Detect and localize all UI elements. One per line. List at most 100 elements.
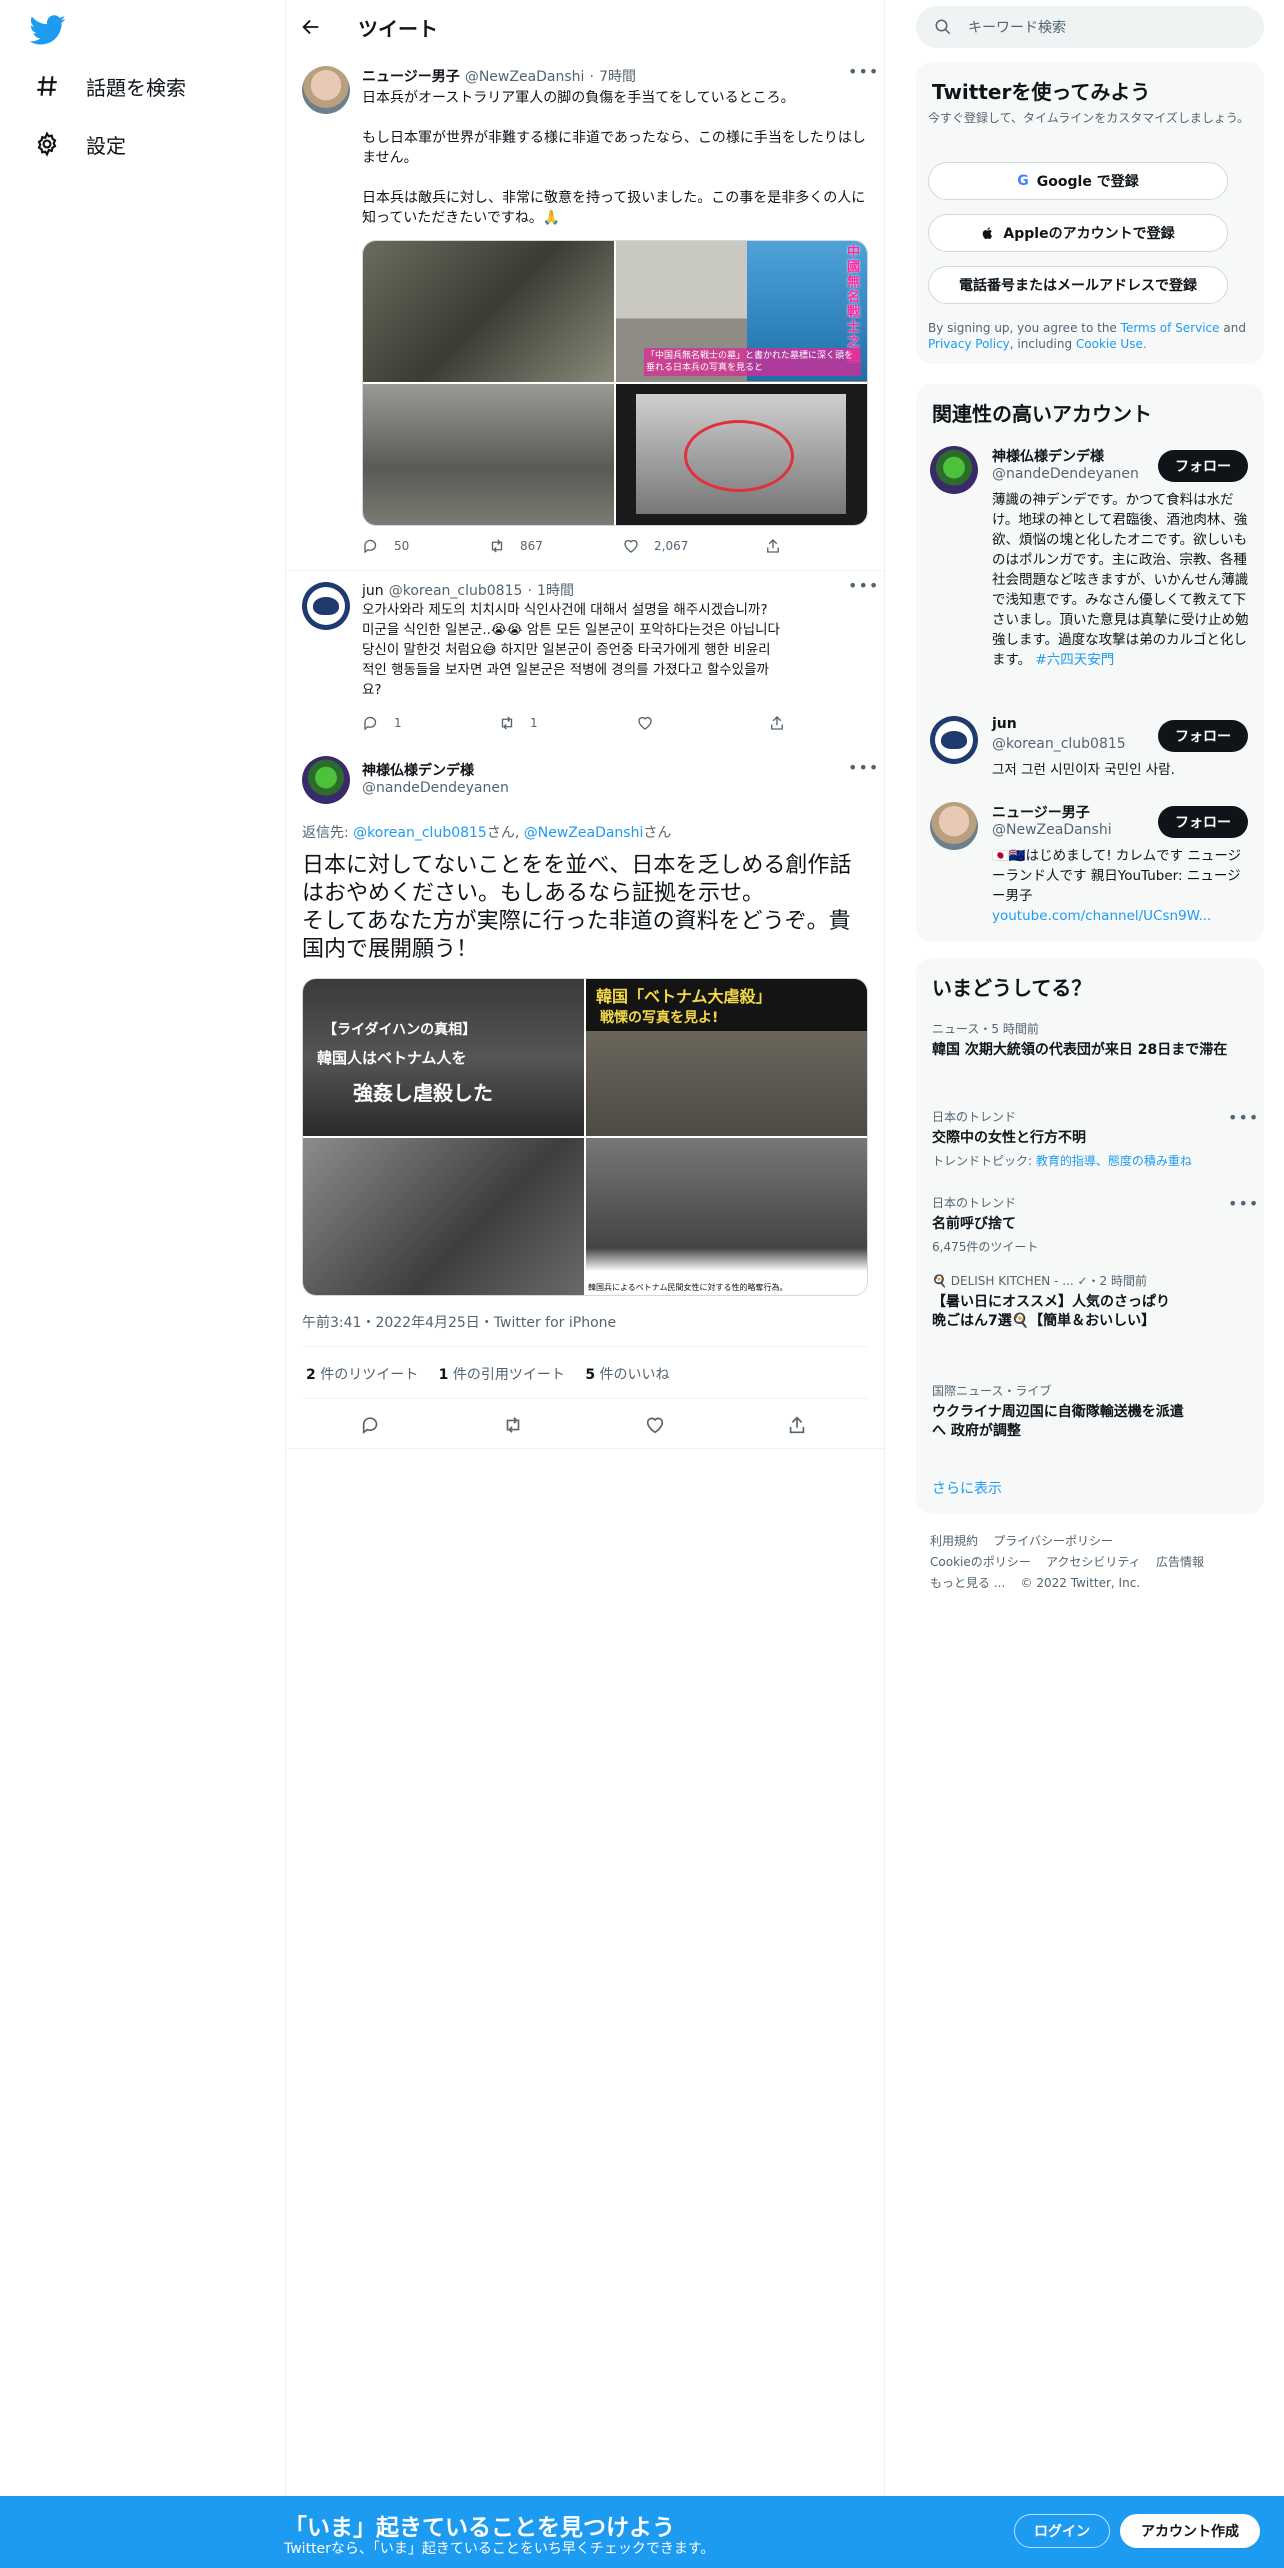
avatar[interactable] <box>930 716 978 764</box>
footer-privacy-link[interactable]: プライバシーポリシー <box>993 1534 1113 1548</box>
footer-terms-link[interactable]: 利用規約 <box>930 1534 978 1548</box>
retweets-stat[interactable]: 2 件のリツイート <box>306 1367 418 1383</box>
media-photo[interactable] <box>303 1138 584 1295</box>
reply-icon <box>364 716 377 731</box>
twitter-logo-icon[interactable] <box>30 12 66 48</box>
like-button[interactable]: 2,067 <box>622 537 688 555</box>
avatar[interactable] <box>302 582 350 630</box>
tweet-media-grid[interactable]: 【ライダイハンの真相】 韓国人はベトナム人を 強姦し虐殺した 韓国「ベトナム大虐… <box>302 978 868 1296</box>
trend-item[interactable]: 日本のトレンド 名前呼び捨て 6,475件のツイート <box>932 1194 1232 1255</box>
author-name[interactable]: 神様仏様デンデ様 <box>362 760 474 780</box>
media-photo[interactable] <box>363 384 614 525</box>
heart-icon[interactable] <box>644 1414 666 1436</box>
hashtag-link[interactable]: #六四天安門 <box>1035 652 1114 668</box>
tweet-timestamp[interactable]: 午前3:41・2022年4月25日・Twitter for iPhone <box>302 1312 616 1332</box>
author-name[interactable]: ニュージー男子 <box>362 69 460 85</box>
media-photo[interactable]: 韓国兵によるベトナム民間女性に対する性的略奪行為。 <box>586 1138 867 1295</box>
media-caption: 強姦し虐殺した <box>353 1081 493 1105</box>
retweet-button[interactable]: 867 <box>488 537 543 555</box>
trend-item[interactable]: 🍳 DELISH KITCHEN - ... ✓・2 時間前 【暑い日にオススメ… <box>932 1272 1182 1331</box>
account-name[interactable]: 神様仏様デンデ様 <box>992 446 1104 466</box>
tweet-media-grid[interactable]: 中國無名戰士之墓 「中国兵無名戦士の墓」と書かれた墓標に深く頭を垂れる日本兵の写… <box>362 240 868 526</box>
more-icon[interactable]: ••• <box>848 62 879 81</box>
follow-button[interactable]: フォロー <box>1158 720 1248 752</box>
account-handle[interactable]: @nandeDendeyanen <box>992 466 1139 482</box>
footer-ads-link[interactable]: 広告情報 <box>1156 1555 1204 1569</box>
account-name[interactable]: jun <box>992 716 1017 732</box>
retweet-icon[interactable] <box>502 1414 524 1436</box>
back-arrow-icon[interactable] <box>300 16 322 38</box>
engagement-stats: 2 件のリツイート 1 件の引用ツイート 5 件のいいね <box>306 1364 670 1384</box>
more-icon[interactable]: ••• <box>1228 1194 1259 1213</box>
bio-link[interactable]: youtube.com/channel/UCsn9W... <box>992 908 1211 924</box>
media-photo[interactable] <box>616 384 867 525</box>
author-handle[interactable]: @NewZeaDanshi <box>465 69 585 85</box>
related-accounts-card: 関連性の高いアカウント 神様仏様デンデ様 @nandeDendeyanen フォ… <box>916 384 1264 942</box>
account-handle[interactable]: @NewZeaDanshi <box>992 822 1112 838</box>
author-handle[interactable]: @korean_club0815 <box>389 583 523 599</box>
separator-dot: · <box>527 583 532 599</box>
more-icon[interactable]: ••• <box>848 758 879 777</box>
reply-button[interactable]: 1 <box>362 714 402 732</box>
cookie-use-link[interactable]: Cookie Use. <box>1076 337 1147 351</box>
reply-button[interactable]: 50 <box>362 537 409 555</box>
like-button[interactable] <box>636 714 654 732</box>
avatar[interactable] <box>302 66 350 114</box>
nav-settings[interactable]: 設定 <box>34 124 126 164</box>
retweet-icon <box>491 539 503 553</box>
author-name[interactable]: jun <box>362 583 384 599</box>
footer-links: 利用規約 プライバシーポリシー Cookieのポリシー アクセシビリティ 広告情… <box>930 1530 1260 1593</box>
page-header: ツイート <box>286 0 884 54</box>
nav-explore[interactable]: 話題を検索 <box>34 66 186 106</box>
search-box[interactable]: キーワード検索 <box>916 6 1264 48</box>
terms-of-service-link[interactable]: Terms of Service <box>1121 321 1220 335</box>
tweet-time[interactable]: 7時間 <box>599 69 636 85</box>
account-bio: 薄識の神デンデです。かつて食料は水だけ。地球の神として君臨後、酒池肉林、強欲、煩… <box>992 490 1252 670</box>
trend-item[interactable]: ニュース・5 時間前 韓国 次期大統領の代表団が来日 28日まで滞在 <box>932 1020 1232 1060</box>
media-photo[interactable]: 中國無名戰士之墓 「中国兵無名戦士の墓」と書かれた墓標に深く頭を垂れる日本兵の写… <box>616 241 867 382</box>
more-icon[interactable]: ••• <box>1228 1108 1259 1127</box>
retweet-button[interactable]: 1 <box>498 714 538 732</box>
follow-button[interactable]: フォロー <box>1158 806 1248 838</box>
signup-subtitle: 今すぐ登録して、タイムラインをカスタマイズしましょう。 <box>928 111 1250 125</box>
apple-signup-button[interactable]: Appleのアカウントで登録 <box>928 214 1228 252</box>
reply-icon[interactable] <box>360 1414 382 1436</box>
trend-item[interactable]: 日本のトレンド 交際中の女性と行方不明 トレンドトピック: 教育的指導、態度の積… <box>932 1108 1232 1169</box>
login-button[interactable]: ログイン <box>1014 2514 1110 2548</box>
author-handle[interactable]: @nandeDendeyanen <box>362 780 509 796</box>
heart-icon <box>624 539 638 553</box>
reply-mention-link[interactable]: @NewZeaDanshi <box>524 825 644 841</box>
retweet-count: 1 <box>530 716 538 730</box>
create-account-button[interactable]: アカウント作成 <box>1120 2514 1260 2548</box>
privacy-policy-link[interactable]: Privacy Policy <box>928 337 1010 351</box>
share-icon[interactable] <box>786 1414 808 1436</box>
follow-button[interactable]: フォロー <box>1158 450 1248 482</box>
reply-mention-link[interactable]: @korean_club0815 <box>353 825 487 841</box>
signup-terms: By signing up, you agree to the Terms of… <box>928 320 1256 352</box>
account-name[interactable]: ニュージー男子 <box>992 802 1090 822</box>
share-button[interactable] <box>768 714 786 732</box>
trend-item[interactable]: 国際ニュース・ライブ ウクライナ周辺国に自衛隊輸送機を派遣へ 政府が調整 <box>932 1382 1192 1441</box>
share-button[interactable] <box>764 537 782 555</box>
tweet-time[interactable]: 1時間 <box>537 583 574 599</box>
avatar[interactable] <box>302 756 350 804</box>
media-photo[interactable]: 韓国「ベトナム大虐殺」 戦慄の写真を見よ! <box>586 979 867 1136</box>
phone-email-signup-button[interactable]: 電話番号またはメールアドレスで登録 <box>928 266 1228 304</box>
google-icon: G <box>1017 173 1029 189</box>
footer-accessibility-link[interactable]: アクセシビリティ <box>1046 1555 1141 1569</box>
show-more-link[interactable]: さらに表示 <box>932 1478 1002 1498</box>
quotes-stat[interactable]: 1 件の引用ツイート <box>439 1367 565 1383</box>
media-photo[interactable] <box>363 241 614 382</box>
more-icon[interactable]: ••• <box>848 576 879 595</box>
footer-cookie-link[interactable]: Cookieのポリシー <box>930 1555 1031 1569</box>
reply-prefix: 返信先: <box>302 825 349 841</box>
footer-more-link[interactable]: もっと見る ... <box>930 1576 1005 1590</box>
account-handle[interactable]: @korean_club0815 <box>992 736 1126 752</box>
google-signup-button[interactable]: G Google で登録 <box>928 162 1228 200</box>
media-photo[interactable]: 【ライダイハンの真相】 韓国人はベトナム人を 強姦し虐殺した <box>303 979 584 1136</box>
avatar[interactable] <box>930 446 978 494</box>
search-placeholder[interactable]: キーワード検索 <box>968 17 1066 37</box>
trend-topics-link[interactable]: 教育的指導、態度の積み重ね <box>1036 1154 1192 1168</box>
likes-stat[interactable]: 5 件のいいね <box>585 1367 669 1383</box>
avatar[interactable] <box>930 802 978 850</box>
